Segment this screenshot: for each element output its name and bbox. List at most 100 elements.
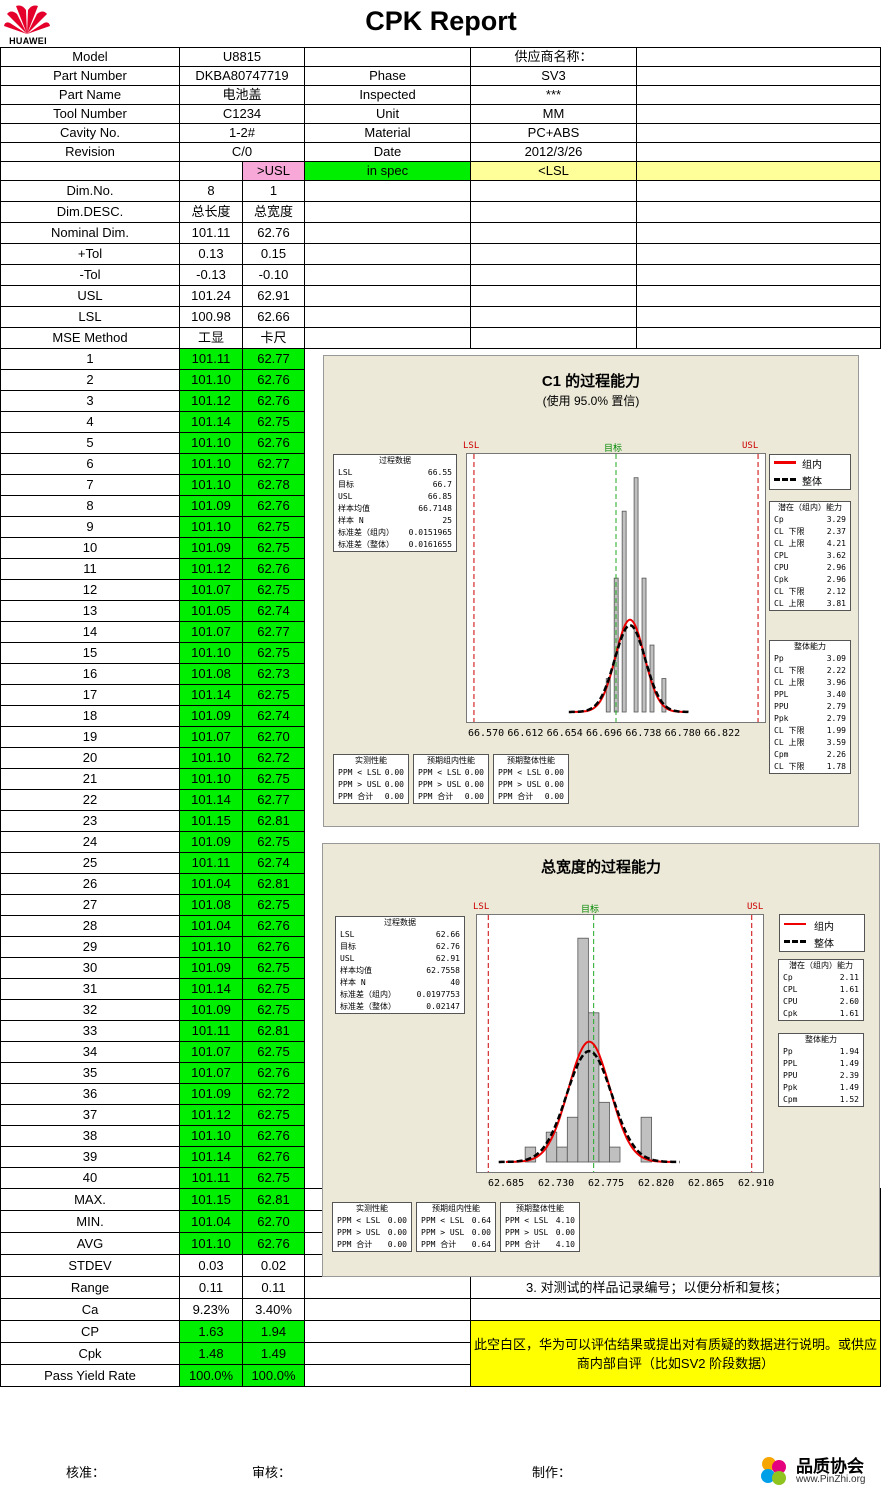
box-heading: 预期组内性能 bbox=[427, 756, 475, 765]
box-row: CL 上限 3.96 bbox=[770, 677, 850, 689]
chart2-plot-area bbox=[476, 914, 764, 1173]
box-row-label: PPM > USL bbox=[498, 780, 542, 789]
box-row-label: PPM 合计 bbox=[418, 792, 454, 801]
measurement-a: 101.09 bbox=[179, 1083, 243, 1105]
box-row: Pp 3.09 bbox=[770, 653, 850, 665]
header-mid-label: Unit bbox=[304, 104, 471, 124]
box-row-value: 0.00 bbox=[464, 768, 484, 777]
measurement-b: 62.76 bbox=[242, 432, 305, 454]
measurement-b: 62.77 bbox=[242, 348, 305, 370]
measurement-b: 62.75 bbox=[242, 894, 305, 916]
measurement-a: 101.10 bbox=[179, 453, 243, 475]
footer-made: 制作： bbox=[532, 1465, 572, 1480]
blank-cell bbox=[636, 201, 881, 223]
chart2-target-label: 目标 bbox=[581, 905, 600, 915]
spec-value-a: 工显 bbox=[179, 327, 243, 349]
measurement-index: 34 bbox=[0, 1041, 180, 1063]
box-row-value: 2.22 bbox=[826, 666, 846, 675]
performance-box: 预期整体性能 PPM < LSL 0.00 PPM > USL 0.00 PPM 合计 0.… bbox=[493, 754, 569, 804]
stat-value-a: 1.63 bbox=[179, 1320, 243, 1343]
measurement-a: 101.10 bbox=[179, 432, 243, 454]
box-row: PPM < LSL 0.00 bbox=[334, 767, 408, 779]
overall-line-icon bbox=[774, 478, 796, 481]
blank-cell bbox=[0, 161, 180, 181]
box-row-value: 0.0197753 bbox=[416, 990, 460, 999]
blank-cell bbox=[636, 327, 881, 349]
measurement-index: 18 bbox=[0, 705, 180, 727]
box-row: PPU 2.79 bbox=[770, 701, 850, 713]
measurement-a: 101.09 bbox=[179, 705, 243, 727]
box-row: CL 上限 4.21 bbox=[770, 538, 850, 550]
box-row-label: Cpm bbox=[783, 1095, 798, 1104]
box-row: PPM 合计 0.00 bbox=[414, 791, 488, 803]
box-row-label: PPU bbox=[774, 702, 789, 711]
box-row-label: CL 下限 bbox=[774, 762, 805, 771]
box-row-label: PPM > USL bbox=[338, 780, 382, 789]
box-row-label: 目标 bbox=[338, 480, 354, 489]
box-row: PPM 合计 0.00 bbox=[333, 1239, 411, 1251]
box-row-label: CL 下限 bbox=[774, 527, 805, 536]
box-row: PPM > USL 0.00 bbox=[334, 779, 408, 791]
chart2-usl-label: USL bbox=[747, 902, 764, 912]
axis-tick-label: 62.730 bbox=[538, 1178, 575, 1189]
box-row-value: 2.37 bbox=[826, 527, 846, 536]
box-row-value: 2.79 bbox=[826, 714, 846, 723]
stat-value-a: 9.23% bbox=[179, 1298, 243, 1321]
within-curve bbox=[572, 618, 688, 713]
box-row: PPM > USL 0.00 bbox=[414, 779, 488, 791]
box-row-value: 1.49 bbox=[839, 1083, 859, 1092]
header-right-value: SV3 bbox=[470, 66, 637, 86]
box-row-value: 0.00 bbox=[464, 780, 484, 789]
measurement-index: 12 bbox=[0, 579, 180, 601]
measurement-a: 101.05 bbox=[179, 600, 243, 622]
box-row-label: CPU bbox=[783, 997, 798, 1006]
table-row: Range 0.11 0.11 3. 对测试的样品记录编号；以便分析和复核； bbox=[0, 1276, 881, 1299]
blank-cell bbox=[304, 1342, 471, 1365]
box-row: CL 下限 1.78 bbox=[770, 761, 850, 773]
box-row-value: 66.7148 bbox=[418, 504, 452, 513]
box-row-value: 3.09 bbox=[826, 654, 846, 663]
histogram-bar bbox=[640, 1116, 653, 1163]
box-row-label: USL bbox=[338, 492, 353, 501]
box-row-label: Pp bbox=[783, 1047, 793, 1056]
table-row: Tool Number C1234 Unit MM bbox=[0, 104, 881, 124]
box-row-label: CPL bbox=[783, 985, 798, 994]
box-row: PPM > USL 0.00 bbox=[494, 779, 568, 791]
box-row: CL 下限 2.37 bbox=[770, 526, 850, 538]
axis-tick-label: 66.780 bbox=[664, 728, 701, 739]
measurement-a: 101.08 bbox=[179, 663, 243, 685]
measurement-b: 62.76 bbox=[242, 1146, 305, 1168]
box-row: PPM > USL 0.00 bbox=[501, 1227, 579, 1239]
spec-value-b: 1 bbox=[242, 180, 305, 202]
table-row: Nominal Dim. 101.11 62.76 bbox=[0, 222, 881, 244]
box-row-value: 0.00 bbox=[384, 792, 404, 801]
box-row-value: 0.0151965 bbox=[408, 528, 452, 537]
measurement-b: 62.78 bbox=[242, 474, 305, 496]
header-label: Revision bbox=[0, 142, 180, 162]
box-row-value: 1.49 bbox=[839, 1059, 859, 1068]
legend-inspec: in spec bbox=[304, 161, 471, 181]
measurement-a: 101.10 bbox=[179, 747, 243, 769]
measurement-a: 101.04 bbox=[179, 915, 243, 937]
table-row: Model U8815 供应商名称： bbox=[0, 47, 881, 67]
measurement-a: 101.15 bbox=[179, 810, 243, 832]
measurement-a: 101.09 bbox=[179, 537, 243, 559]
stat-value-b: 0.11 bbox=[242, 1276, 305, 1299]
box-heading: 预期组内性能 bbox=[432, 1204, 480, 1213]
measurement-a: 101.09 bbox=[179, 999, 243, 1021]
measurement-b: 62.77 bbox=[242, 789, 305, 811]
chart2-legend: 组内 整体 bbox=[779, 914, 865, 952]
box-row: PPM < LSL 0.00 bbox=[414, 767, 488, 779]
box-row-value: 66.7 bbox=[432, 480, 452, 489]
box-heading: 过程数据 bbox=[384, 918, 416, 927]
blank-cell bbox=[304, 201, 471, 223]
logo-text: HUAWEI bbox=[9, 36, 47, 46]
box-row-value: 3.81 bbox=[826, 599, 846, 608]
box-row-value: 0.00 bbox=[544, 792, 564, 801]
blank-cell bbox=[304, 1276, 471, 1299]
chart2-lsl-label: LSL bbox=[473, 902, 490, 912]
measurement-index: 23 bbox=[0, 810, 180, 832]
chart1-lsl-label: LSL bbox=[463, 441, 480, 451]
chart1-target-label: 目标 bbox=[604, 444, 623, 454]
measurement-index: 29 bbox=[0, 936, 180, 958]
